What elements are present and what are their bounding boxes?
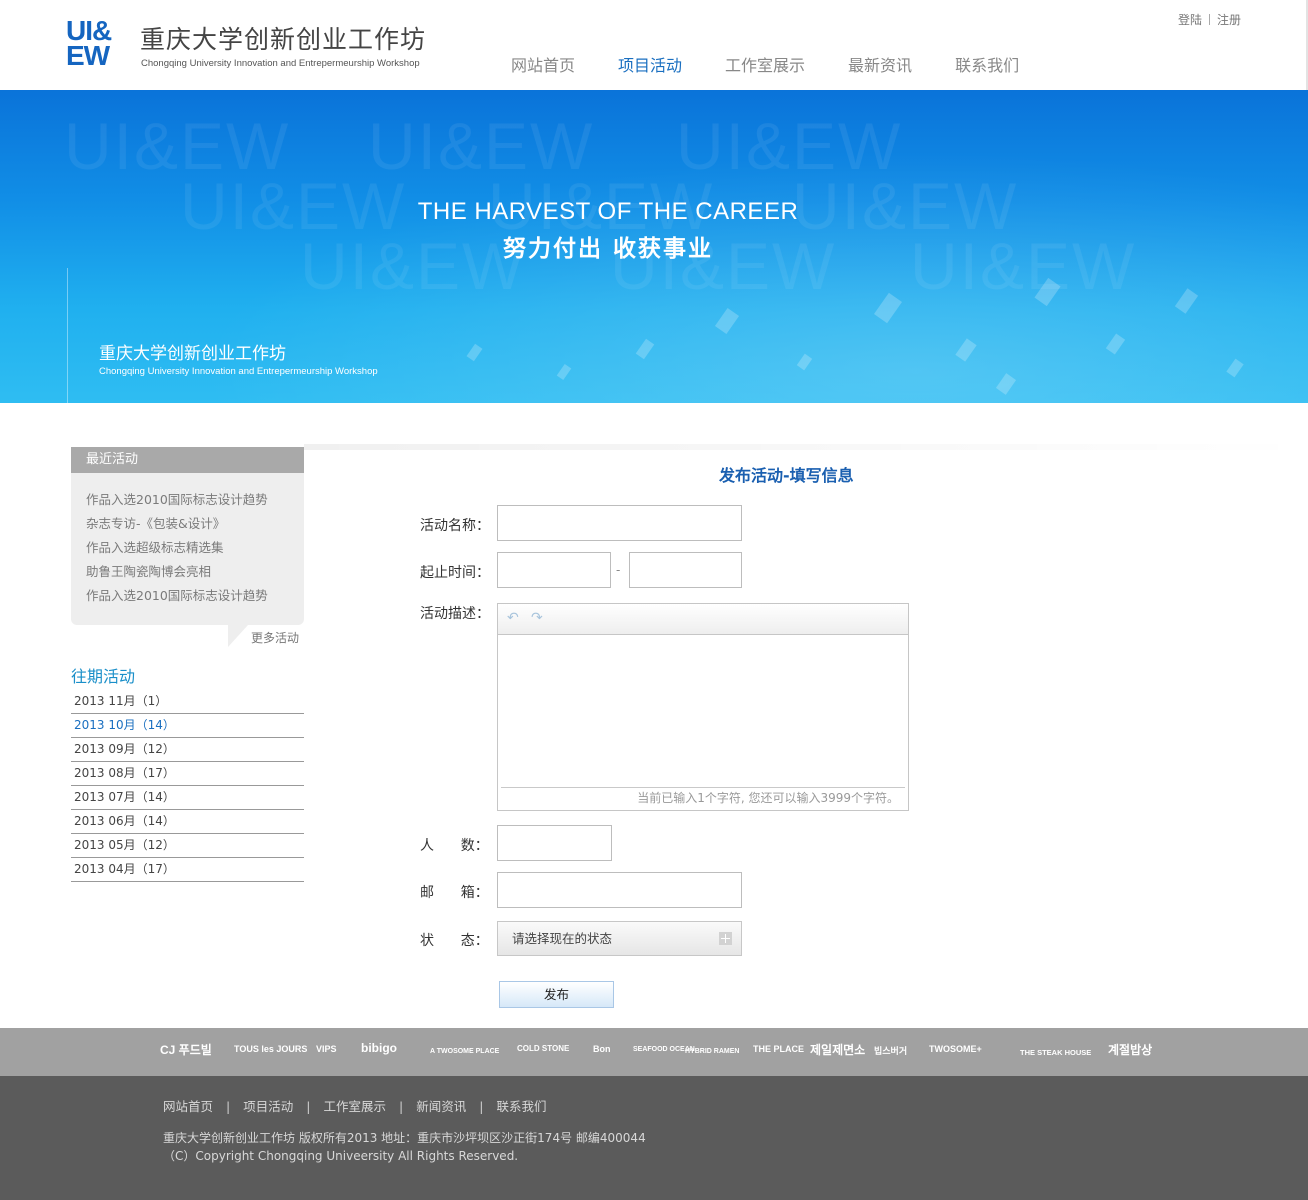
partner-logos-bar: CJ 푸드빌 TOUS les JOURS VIPS bibigo A TWOS… bbox=[0, 1028, 1308, 1076]
recent-activity-item[interactable]: 作品入选2010国际标志设计趋势 bbox=[71, 490, 304, 514]
recent-activity-item[interactable]: 作品入选超级标志精选集 bbox=[71, 538, 304, 562]
archive-list: 2013 11月（1） 2013 10月（14） 2013 09月（12） 20… bbox=[71, 690, 304, 882]
archive-item[interactable]: 2013 06月（14） bbox=[71, 810, 304, 834]
logo[interactable]: UI& EW bbox=[66, 17, 134, 72]
logo-title-en: Chongqing University Innovation and Entr… bbox=[141, 58, 420, 69]
logo-line2: EW bbox=[66, 40, 110, 71]
partner-logo[interactable]: 제일제면소 bbox=[810, 1041, 865, 1058]
description-label: 活动描述： bbox=[420, 606, 490, 622]
panel-shadow bbox=[304, 444, 1308, 450]
redo-icon[interactable]: ↷ bbox=[531, 610, 543, 626]
footer-link-projects[interactable]: 项目活动 bbox=[243, 1099, 293, 1114]
login-link[interactable]: 登陆 bbox=[1178, 13, 1202, 27]
partner-logo[interactable]: TWOSOME+ bbox=[929, 1044, 982, 1054]
divider: | bbox=[479, 1099, 484, 1114]
editor-toolbar: ↶ ↷ bbox=[498, 604, 908, 635]
status-label: 状 态： bbox=[420, 933, 489, 949]
divider: | bbox=[226, 1099, 231, 1114]
partner-logo[interactable]: THE STEAK HOUSE bbox=[1020, 1048, 1091, 1057]
end-time-input[interactable] bbox=[629, 552, 742, 588]
account-links: 登陆 注册 bbox=[1178, 11, 1241, 28]
archive-item[interactable]: 2013 07月（14） bbox=[71, 786, 304, 810]
partner-logo[interactable]: THE PLACE bbox=[753, 1044, 804, 1054]
banner-org-cn: 重庆大学创新创业工作坊 bbox=[99, 344, 286, 364]
more-activities-link[interactable]: 更多活动 bbox=[251, 629, 299, 646]
status-select[interactable]: 请选择现在的状态 bbox=[497, 921, 742, 956]
archive-item[interactable]: 2013 11月（1） bbox=[71, 690, 304, 714]
footer-copyright: （C）Copyright Chongqing Univeersity All R… bbox=[163, 1149, 519, 1163]
status-select-value: 请选择现在的状态 bbox=[512, 931, 613, 946]
partner-logo[interactable]: 계절밥상 bbox=[1108, 1041, 1152, 1058]
partner-logo[interactable]: bibigo bbox=[361, 1041, 397, 1055]
footer-link-studio[interactable]: 工作室展示 bbox=[323, 1099, 386, 1114]
undo-icon[interactable]: ↶ bbox=[507, 610, 519, 626]
time-separator: - bbox=[616, 563, 621, 577]
partner-logo[interactable]: VIPS bbox=[316, 1044, 337, 1054]
register-link[interactable]: 注册 bbox=[1217, 13, 1241, 27]
recent-activities-list: 作品入选2010国际标志设计趋势 杂志专访-《包装&设计》 作品入选超级标志精选… bbox=[71, 473, 304, 625]
nav-home[interactable]: 网站首页 bbox=[511, 52, 575, 76]
recent-activities-heading: 最近活动 bbox=[71, 447, 304, 473]
divider: | bbox=[306, 1099, 311, 1114]
footer-link-contact[interactable]: 联系我们 bbox=[496, 1099, 546, 1114]
form-title: 发布活动-填写信息 bbox=[719, 466, 854, 485]
email-field[interactable] bbox=[497, 872, 742, 908]
archive-item[interactable]: 2013 04月（17） bbox=[71, 858, 304, 882]
partner-logo[interactable]: CJ 푸드빌 bbox=[160, 1041, 212, 1058]
recent-activity-item[interactable]: 作品入选2010国际标志设计趋势 bbox=[71, 586, 304, 610]
activity-name-label: 活动名称： bbox=[420, 518, 490, 534]
partner-logo[interactable]: 빕스버거 bbox=[874, 1044, 907, 1057]
divider bbox=[1209, 14, 1211, 25]
more-tab-notch bbox=[228, 625, 248, 647]
hero-banner: UI&EW UI&EW UI&EW UI&EW UI&EW UI&EW UI&E… bbox=[0, 90, 1308, 403]
people-count-input[interactable] bbox=[497, 825, 612, 861]
description-textarea[interactable] bbox=[500, 637, 906, 785]
time-range-label: 起止时间： bbox=[420, 565, 490, 581]
nav-contact[interactable]: 联系我们 bbox=[955, 52, 1019, 76]
partner-logo[interactable]: A TWOSOME PLACE bbox=[430, 1048, 499, 1055]
banner-headline-en: THE HARVEST OF THE CAREER bbox=[417, 198, 799, 225]
archive-item[interactable]: 2013 08月（17） bbox=[71, 762, 304, 786]
partner-logo[interactable]: HYBRID RAMEN bbox=[685, 1048, 739, 1055]
banner-org-en: Chongqing University Innovation and Entr… bbox=[99, 366, 378, 377]
recent-activity-item[interactable]: 助鲁王陶瓷陶博会亮相 bbox=[71, 562, 304, 586]
activity-name-input[interactable] bbox=[497, 505, 742, 541]
archive-item[interactable]: 2013 10月（14） bbox=[71, 714, 304, 738]
site-header: UI& EW 重庆大学创新创业工作坊 Chongqing University … bbox=[0, 0, 1308, 90]
site-footer: 网站首页 | 项目活动 | 工作室展示 | 新闻资讯 | 联系我们 重庆大学创新创业工作坊 版权… bbox=[0, 1076, 1308, 1200]
start-time-input[interactable] bbox=[497, 552, 611, 588]
plus-icon bbox=[719, 932, 732, 945]
char-counter: 当前已输入1个字符, 您还可以输入3999个字符。 bbox=[501, 787, 905, 807]
divider: | bbox=[398, 1099, 404, 1114]
publish-button[interactable]: 发布 bbox=[499, 981, 614, 1008]
email-label: 邮 箱： bbox=[420, 885, 489, 901]
partner-logo[interactable]: Bon bbox=[593, 1044, 611, 1054]
footer-address: 重庆大学创新创业工作坊 版权所有2013 地址：重庆市沙坪坝区沙正街174号 邮… bbox=[163, 1131, 646, 1145]
people-count-label: 人 数： bbox=[420, 838, 489, 854]
main-nav: 网站首页 项目活动 工作室展示 最新资讯 联系我们 bbox=[511, 52, 1062, 76]
recent-activity-item[interactable]: 杂志专访-《包装&设计》 bbox=[71, 514, 304, 538]
nav-studio[interactable]: 工作室展示 bbox=[725, 52, 805, 76]
footer-link-news[interactable]: 新闻资讯 bbox=[416, 1099, 466, 1114]
footer-link-home[interactable]: 网站首页 bbox=[163, 1099, 213, 1114]
nav-news[interactable]: 最新资讯 bbox=[848, 52, 912, 76]
partner-logo[interactable]: TOUS les JOURS bbox=[234, 1044, 307, 1054]
archive-heading: 往期活动 bbox=[71, 667, 136, 686]
description-editor: ↶ ↷ 当前已输入1个字符, 您还可以输入3999个字符。 bbox=[497, 603, 909, 811]
archive-item[interactable]: 2013 09月（12） bbox=[71, 738, 304, 762]
nav-projects[interactable]: 项目活动 bbox=[618, 52, 682, 76]
partner-logo[interactable]: COLD STONE bbox=[517, 1044, 569, 1053]
divider bbox=[67, 268, 68, 403]
footer-nav: 网站首页 | 项目活动 | 工作室展示 | 新闻资讯 | 联系我们 bbox=[163, 1096, 546, 1115]
archive-item[interactable]: 2013 05月（12） bbox=[71, 834, 304, 858]
logo-title-cn: 重庆大学创新创业工作坊 bbox=[140, 25, 427, 54]
banner-headline-cn: 努力付出 收获事业 bbox=[502, 236, 713, 262]
